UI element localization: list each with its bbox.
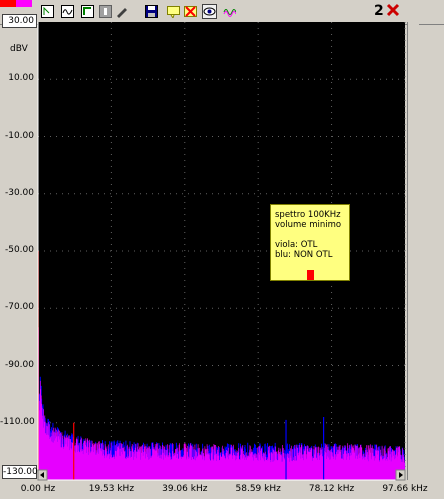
note-line-3 <box>275 230 345 240</box>
note-anchor-marker[interactable] <box>307 270 314 280</box>
note-line-1: spettro 100KHz <box>275 210 341 220</box>
vertical-scrollbar[interactable] <box>407 22 419 480</box>
note-line-2: volume minimo <box>275 220 342 230</box>
note-line-4: viola: OTL <box>275 240 318 250</box>
spectrum-plot <box>37 22 406 481</box>
annotation-note[interactable]: spettro 100KHz volume minimo viola: OTL … <box>270 204 350 281</box>
note-line-5: blu: NON OTL <box>275 250 333 260</box>
